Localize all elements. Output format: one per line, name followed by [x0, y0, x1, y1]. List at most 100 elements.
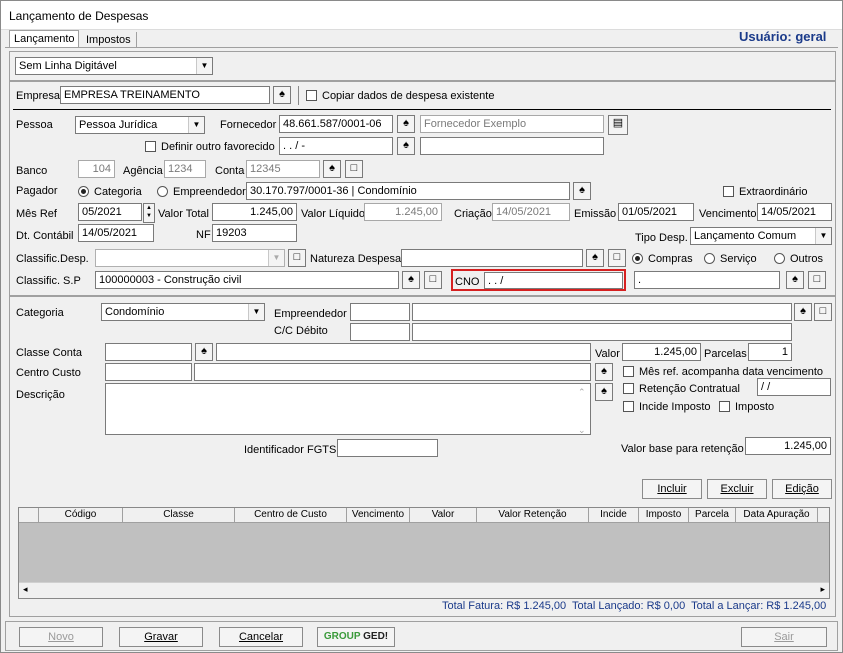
- nf-field[interactable]: 19203: [212, 224, 297, 242]
- col-parcela[interactable]: Parcela: [689, 508, 736, 522]
- binoculars-icon[interactable]: ♠: [195, 343, 213, 361]
- imposto-checkbox[interactable]: [719, 401, 730, 412]
- outro-favorecido-checkbox[interactable]: [145, 141, 156, 152]
- vencimento-field[interactable]: 14/05/2021: [757, 203, 832, 221]
- natureza-servico-label: Serviço: [720, 253, 757, 265]
- centro-custo-code-field[interactable]: [105, 363, 192, 381]
- binoculars-icon[interactable]: ♠: [595, 363, 613, 381]
- valor-liquido-field[interactable]: 1.245,00: [364, 203, 442, 221]
- empreendedor-code-field[interactable]: [350, 303, 410, 321]
- cno-field[interactable]: . . /: [484, 272, 623, 289]
- fgts-field[interactable]: [337, 439, 438, 457]
- new-document-icon[interactable]: □: [608, 249, 626, 267]
- line-type-select[interactable]: Sem Linha Digitável ▼: [15, 57, 213, 75]
- natureza-servico-radio[interactable]: [704, 253, 715, 264]
- mes-ref-field[interactable]: 05/2021: [78, 203, 142, 221]
- col-valor-retencao[interactable]: Valor Retenção: [477, 508, 589, 522]
- group-ged-button[interactable]: GROUP GED!: [317, 627, 395, 647]
- new-document-icon[interactable]: □: [424, 271, 442, 289]
- valor-field[interactable]: 1.245,00: [622, 343, 701, 361]
- outro-favorecido-field[interactable]: . . / -: [279, 137, 393, 155]
- col-valor[interactable]: Valor: [410, 508, 477, 522]
- binoculars-icon[interactable]: ♠: [595, 383, 613, 401]
- binoculars-icon[interactable]: ♠: [397, 137, 415, 155]
- cancelar-button[interactable]: Cancelar: [219, 627, 303, 647]
- empresa-field[interactable]: EMPRESA TREINAMENTO: [60, 86, 270, 104]
- fornecedor-name-field[interactable]: Fornecedor Exemplo: [420, 115, 604, 133]
- scroll-left-icon[interactable]: ◂: [23, 584, 28, 595]
- dot-field[interactable]: .: [634, 271, 780, 289]
- copy-data-checkbox[interactable]: [306, 90, 317, 101]
- incluir-button[interactable]: Incluir: [642, 479, 702, 499]
- binoculars-icon[interactable]: ♠: [573, 182, 591, 200]
- items-grid[interactable]: Código Classe Centro de Custo Vencimento…: [18, 507, 830, 599]
- new-document-icon[interactable]: □: [345, 160, 363, 178]
- binoculars-icon[interactable]: ♠: [323, 160, 341, 178]
- extraordinario-checkbox[interactable]: [723, 186, 734, 197]
- retencao-field[interactable]: / /: [757, 378, 831, 396]
- categoria-select[interactable]: Condomínio ▼: [101, 303, 265, 321]
- natureza-field[interactable]: [401, 249, 583, 267]
- new-document-icon[interactable]: □: [808, 271, 826, 289]
- fornecedor-cnpj-field[interactable]: 48.661.587/0001-06: [279, 115, 393, 133]
- edit-form-icon[interactable]: ▤: [608, 115, 628, 135]
- natureza-compras-radio[interactable]: [632, 253, 643, 264]
- criacao-field[interactable]: 14/05/2021: [492, 203, 570, 221]
- col-data-apuracao[interactable]: Data Apuração: [736, 508, 818, 522]
- conta-field[interactable]: 12345: [246, 160, 320, 178]
- valor-base-field[interactable]: 1.245,00: [745, 437, 831, 455]
- col-vencimento[interactable]: Vencimento: [347, 508, 410, 522]
- gravar-button[interactable]: Gravar: [119, 627, 203, 647]
- binoculars-icon[interactable]: ♠: [397, 115, 415, 133]
- pessoa-select[interactable]: Pessoa Jurídica ▼: [75, 116, 205, 134]
- mes-ref-spinner[interactable]: ▲ ▼: [143, 203, 155, 223]
- descricao-textarea[interactable]: [105, 383, 591, 435]
- pagador-categoria-radio[interactable]: [78, 186, 89, 197]
- tipo-desp-select[interactable]: Lançamento Comum ▼: [690, 227, 832, 245]
- dt-contabil-field[interactable]: 14/05/2021: [78, 224, 154, 242]
- centro-custo-name-field[interactable]: [194, 363, 591, 381]
- favorecido-name-field[interactable]: [420, 137, 604, 155]
- new-document-icon[interactable]: □: [288, 249, 306, 267]
- natureza-outros-radio[interactable]: [774, 253, 785, 264]
- col-codigo[interactable]: Código: [39, 508, 123, 522]
- vencimento-label: Vencimento: [699, 208, 757, 220]
- empreendedor-name-field[interactable]: [412, 303, 792, 321]
- novo-button[interactable]: Novo: [19, 627, 103, 647]
- binoculars-icon[interactable]: ♠: [794, 303, 812, 321]
- descricao-label: Descrição: [16, 389, 65, 401]
- col-incide[interactable]: Incide: [589, 508, 639, 522]
- new-document-icon[interactable]: □: [814, 303, 832, 321]
- agencia-field[interactable]: 1234: [164, 160, 206, 178]
- binoculars-icon[interactable]: ♠: [273, 86, 291, 104]
- excluir-button[interactable]: Excluir: [707, 479, 767, 499]
- grid-row-indicator: [19, 508, 39, 522]
- scroll-up-icon[interactable]: ⌃: [578, 385, 586, 399]
- cc-debito-name-field[interactable]: [412, 323, 792, 341]
- edicao-button[interactable]: Edição: [772, 479, 832, 499]
- sair-button[interactable]: Sair: [741, 627, 827, 647]
- horizontal-scrollbar[interactable]: ◂ ▸: [19, 582, 829, 598]
- col-imposto[interactable]: Imposto: [639, 508, 689, 522]
- mes-ref-acompanha-checkbox[interactable]: [623, 366, 634, 377]
- pagador-field[interactable]: 30.170.797/0001-36 | Condomínio: [246, 182, 570, 200]
- classe-conta-name-field[interactable]: [216, 343, 591, 361]
- emissao-field[interactable]: 01/05/2021: [618, 203, 694, 221]
- binoculars-icon[interactable]: ♠: [786, 271, 804, 289]
- valor-total-field[interactable]: 1.245,00: [212, 203, 297, 221]
- pagador-empreendedor-radio[interactable]: [157, 186, 168, 197]
- classif-sp-field[interactable]: 100000003 - Construção civil: [95, 271, 399, 289]
- parcelas-field[interactable]: 1: [748, 343, 792, 361]
- incide-imposto-checkbox[interactable]: [623, 401, 634, 412]
- scroll-right-icon[interactable]: ▸: [820, 584, 825, 595]
- classe-conta-code-field[interactable]: [105, 343, 192, 361]
- binoculars-icon[interactable]: ♠: [586, 249, 604, 267]
- cc-debito-code-field[interactable]: [350, 323, 410, 341]
- classif-desp-select[interactable]: ▼: [95, 249, 285, 267]
- col-classe[interactable]: Classe: [123, 508, 235, 522]
- scroll-down-icon[interactable]: ⌄: [578, 423, 586, 437]
- col-centro-custo[interactable]: Centro de Custo: [235, 508, 347, 522]
- binoculars-icon[interactable]: ♠: [402, 271, 420, 289]
- banco-field[interactable]: 104: [78, 160, 115, 178]
- retencao-checkbox[interactable]: [623, 383, 634, 394]
